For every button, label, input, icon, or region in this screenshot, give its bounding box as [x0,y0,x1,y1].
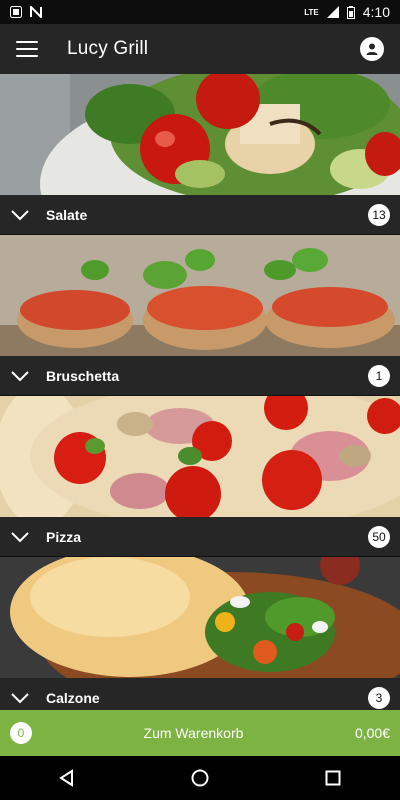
system-nav-bar [0,756,400,800]
category-salate[interactable]: Salate 13 [0,74,400,235]
category-list: Salate 13 Bruschetta 1 Pizza 50 Calzone … [0,74,400,718]
home-icon[interactable] [180,758,220,798]
salad-image [0,74,400,195]
pizza-image [0,396,400,517]
category-calzone[interactable]: Calzone 3 [0,557,400,718]
status-left [10,6,42,18]
status-right: LTE 4:10 [304,4,390,20]
category-name: Bruschetta [46,367,120,384]
chevron-down-icon[interactable] [10,208,30,222]
category-header[interactable]: Salate 13 [0,195,400,235]
category-bruschetta[interactable]: Bruschetta 1 [0,235,400,396]
notification-icon [10,6,22,18]
item-count-badge: 1 [368,364,390,387]
app-title: Lucy Grill [67,38,149,59]
category-name: Calzone [46,689,100,706]
bruschetta-image [0,235,400,356]
back-icon[interactable] [47,758,87,798]
cart-total: 0,00€ [354,725,390,741]
item-count-badge: 50 [368,525,390,548]
network-type: LTE [304,7,319,17]
cart-bar[interactable]: 0 Zum Warenkorb 0,00€ [0,710,400,756]
category-name: Pizza [46,528,82,545]
calzone-image [0,557,400,678]
item-count-badge: 3 [368,686,390,709]
person-icon [366,43,378,55]
chevron-down-icon[interactable] [10,369,30,383]
battery-icon [346,5,355,19]
item-count-badge: 13 [368,203,390,226]
menu-icon[interactable] [16,41,38,57]
category-header[interactable]: Pizza 50 [0,517,400,557]
category-header[interactable]: Bruschetta 1 [0,356,400,396]
chevron-down-icon[interactable] [10,691,30,705]
chevron-down-icon[interactable] [10,530,30,544]
category-name: Salate [46,206,88,223]
app-n-icon [30,6,42,18]
cart-button-label[interactable]: Zum Warenkorb [32,725,355,741]
recents-icon[interactable] [313,758,353,798]
signal-icon [326,6,339,18]
category-pizza[interactable]: Pizza 50 [0,396,400,557]
status-bar: LTE 4:10 [0,0,400,24]
clock: 4:10 [362,4,390,20]
app-bar: Lucy Grill [0,24,400,74]
account-icon[interactable] [360,37,384,61]
cart-count-badge: 0 [10,722,32,744]
